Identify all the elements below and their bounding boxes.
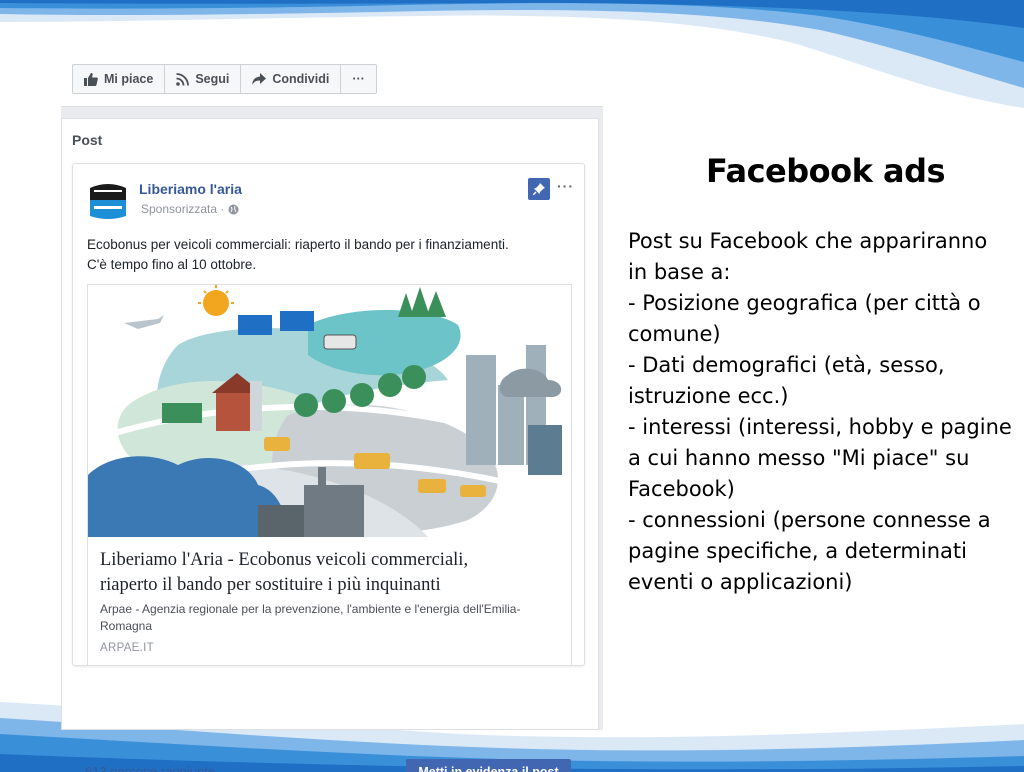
- slide-body-line: - connessioni (persone connesse a: [628, 508, 991, 532]
- boost-post-button[interactable]: Metti in evidenza il post: [406, 759, 571, 772]
- link-domain: ARPAE.IT: [100, 642, 154, 654]
- sponsored-post-card: Liberiamo l'aria Sponsorizzata · ··· Eco…: [72, 163, 585, 666]
- post-options-button[interactable]: ···: [557, 178, 574, 194]
- share-page-label: Condividi: [272, 72, 330, 86]
- city-countryside-illustration: [88, 285, 571, 537]
- more-options-button[interactable]: ···: [341, 65, 376, 93]
- link-title-line: riaperto il bando per sostituire i più i…: [100, 575, 441, 595]
- share-arrow-icon: [252, 73, 267, 85]
- slide-title: Facebook ads: [706, 152, 946, 190]
- link-description-line: Arpae - Agenzia regionale per la prevenz…: [100, 602, 521, 616]
- people-reached-link[interactable]: 613 persone raggiunte: [85, 764, 215, 772]
- rss-icon: [176, 72, 190, 86]
- post-section: Post Liberiamo l'aria Sponsorizzata · ··…: [61, 118, 599, 772]
- sponsored-text: Sponsorizzata ·: [141, 202, 225, 216]
- link-preview[interactable]: Liberiamo l'Aria - Ecobonus veicoli comm…: [87, 284, 572, 666]
- slide-body-line: istruzione ecc.): [628, 384, 789, 408]
- slide-body-line: - Dati demografici (età, sesso,: [628, 353, 945, 377]
- share-page-button[interactable]: Condividi: [241, 65, 342, 93]
- more-options-icon: ···: [352, 72, 365, 86]
- slide-body-line: comune): [628, 322, 721, 346]
- link-title[interactable]: Liberiamo l'Aria - Ecobonus veicoli comm…: [100, 548, 560, 598]
- follow-page-button[interactable]: Segui: [165, 65, 242, 93]
- post-message: Ecobonus per veicoli commerciali: riaper…: [87, 235, 572, 275]
- sponsored-label: Sponsorizzata ·: [141, 202, 239, 216]
- like-page-label: Mi piace: [104, 72, 154, 86]
- pin-icon: [533, 183, 545, 195]
- globe-icon: [228, 204, 239, 214]
- slide-body: Post su Facebook che appariranno in base…: [628, 226, 1018, 598]
- page-avatar-logo: [86, 178, 130, 222]
- page-action-bar: Mi piace Segui Condividi ···: [61, 50, 603, 107]
- pin-post-button[interactable]: [528, 178, 550, 200]
- page-name-link[interactable]: Liberiamo l'aria: [139, 181, 242, 197]
- slide-body-line: - interessi (interessi, hobby e pagine: [628, 415, 1012, 439]
- link-description-line: Romagna: [100, 619, 153, 633]
- slide-body-line: eventi o applicazioni): [628, 570, 853, 594]
- follow-page-label: Segui: [195, 72, 230, 86]
- slide-body-line: - Posizione geografica (per città o: [628, 291, 981, 315]
- page-action-toolbar: Mi piace Segui Condividi ···: [72, 64, 377, 94]
- post-message-line: C'è tempo fino al 10 ottobre.: [87, 257, 257, 272]
- slide-body-line: a cui hanno messo "Mi piace" su: [628, 446, 970, 470]
- slide-body-line: Facebook): [628, 477, 735, 501]
- post-section-heading: Post: [72, 132, 103, 148]
- slide-body-line: in base a:: [628, 260, 731, 284]
- facebook-page-screenshot: Mi piace Segui Condividi ··· Post Liberi…: [61, 50, 603, 772]
- like-page-button[interactable]: Mi piace: [73, 65, 166, 93]
- slide-body-line: pagine specifiche, a determinati: [628, 539, 967, 563]
- thumbs-up-icon: [84, 72, 98, 86]
- slide-body-line: Post su Facebook che appariranno: [628, 229, 988, 253]
- post-message-line: Ecobonus per veicoli commerciali: riaper…: [87, 237, 509, 252]
- link-description: Arpae - Agenzia regionale per la prevenz…: [100, 601, 560, 635]
- link-title-line: Liberiamo l'Aria - Ecobonus veicoli comm…: [100, 550, 469, 570]
